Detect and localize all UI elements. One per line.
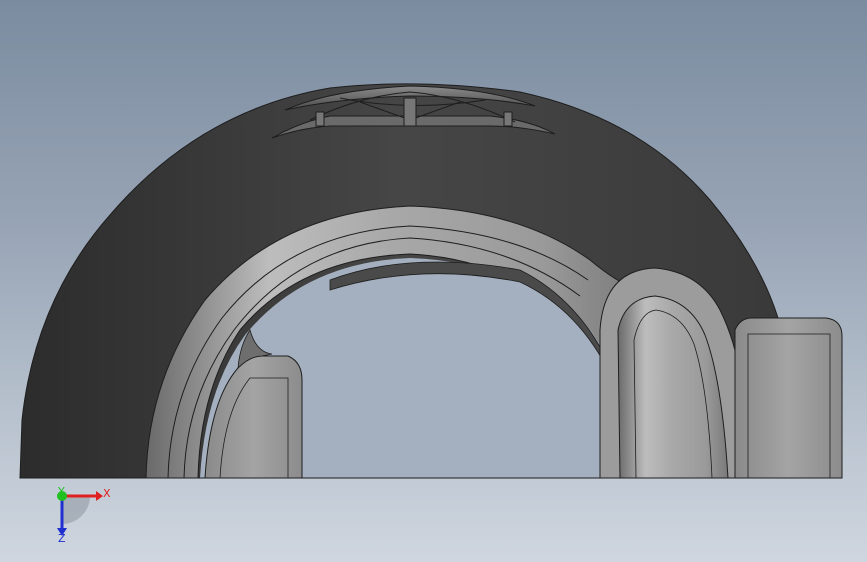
- x-axis-head: [96, 491, 103, 501]
- z-axis-label: Z: [58, 532, 66, 545]
- x-axis-label: X: [103, 487, 111, 500]
- y-axis-label: Y: [58, 485, 65, 498]
- graphics-viewport[interactable]: X Y Z: [0, 0, 867, 562]
- triad-plane-shade: [62, 496, 90, 524]
- model-tire-section[interactable]: [0, 0, 867, 562]
- right-end-block[interactable]: [734, 317, 843, 479]
